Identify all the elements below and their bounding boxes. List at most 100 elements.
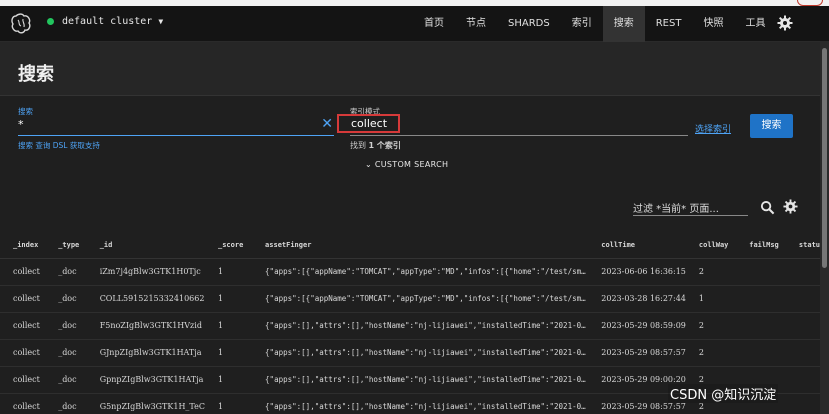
table-cell: collect (0, 339, 46, 367)
table-cell: {"apps":[{"appName":"TOMCAT","appType":"… (252, 285, 589, 313)
table-row[interactable]: collect _doc iZm7j4gBlw3GTK1H0Tjc 1 {"apps":… (0, 258, 820, 286)
query-dsl-link[interactable]: 查询 DSL (35, 141, 67, 150)
table-cell: 1 (205, 339, 253, 367)
found-count: 1 个索引 (368, 141, 401, 150)
page-title: 搜索 (18, 64, 54, 85)
main-nav: 首页 节点 SHARDS 索引 搜索 REST 快照 工具 (413, 6, 776, 42)
table-row[interactable]: collect _doc COLL5915215332410662 1 {"apps":… (0, 285, 820, 313)
query-help: 搜索 查询 DSL 获取支持 (18, 140, 100, 151)
nav-indices[interactable]: 索引 (561, 6, 603, 42)
nav-home[interactable]: 首页 (413, 6, 455, 42)
table-cell: _doc (45, 339, 87, 367)
table-cell: 1 (205, 312, 253, 340)
table-cell (736, 258, 786, 286)
cluster-name: default cluster (62, 16, 153, 27)
col-type[interactable]: _type (45, 232, 87, 259)
page-scrollbar[interactable] (820, 42, 829, 414)
custom-search-toggle[interactable]: ⌄ CUSTOM SEARCH (365, 160, 448, 169)
col-colltime[interactable]: collTime (588, 232, 686, 259)
gear-icon[interactable] (777, 15, 793, 31)
table-cell: collect (0, 312, 46, 340)
nav-nodes[interactable]: 节点 (455, 6, 497, 42)
table-cell: GJnpZIgBlw3GTK1HATja (86, 339, 205, 367)
custom-search-label: CUSTOM SEARCH (374, 160, 449, 169)
table-cell: 1 (205, 393, 253, 414)
table-cell: _doc (45, 258, 87, 286)
table-row[interactable]: collect _doc F5noZIgBlw3GTK1HVzid 1 {"apps":… (0, 312, 820, 340)
close-icon[interactable]: ✕ (321, 116, 333, 132)
table-cell: collect (0, 393, 46, 414)
table-cell: F5noZIgBlw3GTK1HVzid (86, 312, 205, 340)
table-cell: 2023-05-29 08:57:57 (588, 339, 686, 367)
table-cell (736, 285, 786, 313)
table-cell: COLL5915215332410662 (86, 285, 205, 313)
col-index[interactable]: _index (0, 232, 46, 259)
table-cell: {"apps":[],"attrs":[],"hostName":"nj-lij… (252, 366, 589, 394)
nav-tools[interactable]: 工具 (734, 6, 776, 42)
cerebro-logo-icon[interactable] (9, 12, 33, 36)
nav-shards[interactable]: SHARDS (497, 6, 561, 42)
chevron-down-icon: ⌄ (365, 160, 373, 169)
cluster-selector[interactable]: default cluster ▼ (47, 16, 163, 27)
filter-input[interactable]: 过滤 *当前* 页面... (633, 196, 748, 216)
table-cell (785, 312, 820, 340)
table-row[interactable]: collect _doc GJnpZIgBlw3GTK1HATja 1 {"apps":… (0, 339, 820, 367)
table-cell: {"apps":[],"attrs":[],"hostName":"nj-lij… (252, 312, 589, 340)
table-cell: _doc (45, 285, 87, 313)
query-value: * (18, 118, 24, 131)
table-cell: collect (0, 258, 46, 286)
chevron-down-icon: ▼ (158, 17, 164, 26)
table-cell: 1 (685, 285, 737, 313)
table-cell: 2 (685, 339, 737, 367)
gear-icon[interactable] (783, 199, 798, 214)
col-failmsg[interactable]: failMsg (736, 232, 786, 259)
table-cell (785, 339, 820, 367)
col-collway[interactable]: collWay (685, 232, 737, 259)
index-input[interactable]: collect (337, 114, 688, 136)
query-input[interactable]: * ✕ (18, 116, 334, 136)
col-assetfinger[interactable]: assetFinger (252, 232, 589, 259)
watermark: CSDN @知识沉淀 (668, 384, 779, 403)
cluster-status-icon (47, 18, 54, 25)
table-cell: 2023-05-29 08:59:09 (588, 312, 686, 340)
col-id[interactable]: _id (86, 232, 205, 259)
table-cell: 2 (685, 258, 737, 286)
table-cell (785, 258, 820, 286)
table-cell (736, 312, 786, 340)
table-cell: 2 (685, 312, 737, 340)
query-help-suffix: 获取支持 (69, 141, 100, 150)
found-prefix: 找到 (350, 141, 366, 150)
table-cell: GpnpZIgBlw3GTK1HATja (86, 366, 205, 394)
scrollbar-thumb[interactable] (822, 48, 827, 268)
nav-rest[interactable]: REST (645, 6, 693, 42)
table-header-row: _index _type _id _score assetFinger coll… (0, 232, 820, 259)
query-help-prefix: 搜索 (18, 141, 33, 150)
table-cell: {"apps":[],"attrs":[],"hostName":"nj-lij… (252, 393, 589, 414)
table-cell: {"apps":[{"appName":"TOMCAT","appType":"… (252, 258, 589, 286)
table-cell: 2023-03-28 16:27:44 (588, 285, 686, 313)
table-cell (785, 366, 820, 394)
col-status[interactable]: statu (785, 232, 820, 259)
table-cell (785, 393, 820, 414)
table-cell: {"apps":[],"attrs":[],"hostName":"nj-lij… (252, 339, 589, 367)
table-cell: iZm7j4gBlw3GTK1H0Tjc (86, 258, 205, 286)
top-navbar: default cluster ▼ 首页 节点 SHARDS 索引 搜索 RES… (0, 6, 829, 42)
table-cell: 2023-06-06 16:36:15 (588, 258, 686, 286)
search-icon[interactable] (760, 200, 775, 215)
found-indices: 找到 1 个索引 (350, 140, 401, 151)
table-cell: 1 (205, 258, 253, 286)
table-cell: collect (0, 285, 46, 313)
filter-placeholder: 过滤 *当前* 页面... (633, 204, 719, 215)
page-header: 搜索 (0, 42, 820, 96)
search-button[interactable]: 搜索 (750, 114, 793, 138)
table-cell (785, 285, 820, 313)
index-value[interactable]: collect (337, 114, 400, 133)
table-cell: _doc (45, 393, 87, 414)
table-cell (736, 339, 786, 367)
pick-index-link[interactable]: 选择索引 (695, 122, 731, 135)
nav-search[interactable]: 搜索 (602, 6, 645, 42)
table-cell: _doc (45, 312, 87, 340)
table-cell: G5npZIgBlw3GTK1H_TeC (86, 393, 205, 414)
col-score[interactable]: _score (205, 232, 253, 259)
nav-snapshots[interactable]: 快照 (692, 6, 734, 42)
